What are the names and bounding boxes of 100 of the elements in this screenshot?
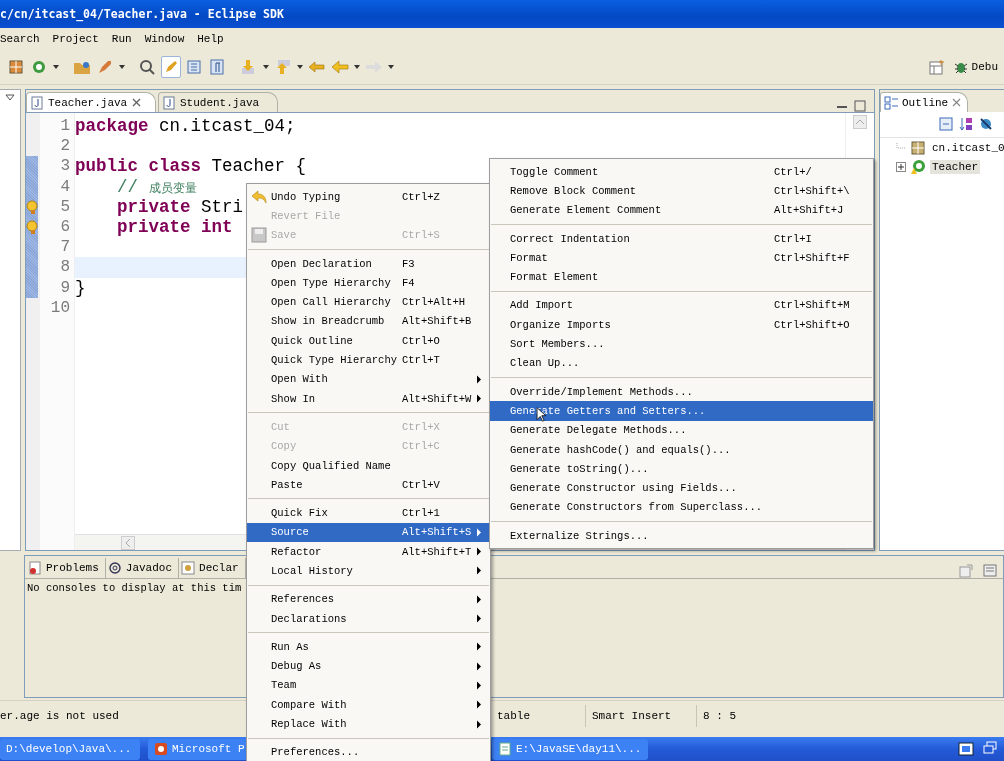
menu-item[interactable]: Clean Up... <box>490 353 873 373</box>
menu-item[interactable]: Paste Ctrl+V <box>247 475 490 495</box>
presentation-icon <box>154 742 168 756</box>
menu-item[interactable]: Refactor Alt+Shift+T <box>247 542 490 562</box>
line-number: 9 <box>59 277 71 298</box>
menu-item[interactable]: Declarations <box>247 608 490 629</box>
line-number: 8 <box>59 257 71 278</box>
outline-tab[interactable]: Outline <box>880 92 969 112</box>
tree-item[interactable]: cn.itcast_0 <box>930 140 1004 155</box>
menu-item[interactable]: Quick Type Hierarchy Ctrl+T <box>247 350 490 370</box>
pilcrow-icon[interactable] <box>209 59 225 75</box>
menu-item[interactable]: Generate Constructor using Fields... <box>490 478 873 498</box>
java-file-icon <box>31 95 43 110</box>
tray-window-icon[interactable] <box>958 741 974 757</box>
menu-item[interactable]: Quick Fix Ctrl+1 <box>247 503 490 523</box>
status-message: er.age is not used <box>0 710 120 722</box>
outline-icon <box>884 95 898 110</box>
hide-fields-icon[interactable] <box>978 117 993 131</box>
grid-icon[interactable] <box>8 59 24 75</box>
class-icon <box>910 158 926 175</box>
menu-item[interactable]: Generate hashCode() and equals()... <box>490 439 873 460</box>
menu-item[interactable]: Generate Getters and Setters... <box>490 401 873 421</box>
scroll-up-icon[interactable] <box>853 115 867 129</box>
editor-tab[interactable]: Student.java <box>158 92 278 112</box>
menu-item[interactable]: Source Alt+Shift+S <box>247 522 490 543</box>
scroll-left-icon[interactable] <box>121 535 135 550</box>
perspective-icon[interactable] <box>928 59 945 75</box>
menu-bar-item[interactable]: Help <box>197 31 224 47</box>
menu-bar-item[interactable]: Project <box>52 31 99 47</box>
menu-item[interactable]: Copy Qualified Name <box>247 455 490 476</box>
menu-item[interactable]: Override/Implement Methods... <box>490 381 873 402</box>
menu-item[interactable]: Open Type Hierarchy F4 <box>247 273 490 293</box>
menu-item[interactable]: Organize Imports Ctrl+Shift+O <box>490 315 873 335</box>
menu-item[interactable]: Generate Constructors from Superclass... <box>490 497 873 518</box>
menu-item[interactable]: Externalize Strings... <box>490 526 873 546</box>
block-icon[interactable] <box>186 59 202 75</box>
menu-item[interactable]: Open Declaration F3 <box>247 253 490 274</box>
menu-bar-item[interactable]: Search <box>0 31 40 47</box>
panel-tab[interactable]: Javadoc <box>105 558 180 579</box>
menu-item[interactable]: Correct Indentation Ctrl+I <box>490 228 873 249</box>
close-icon[interactable] <box>952 98 962 107</box>
expand-icon[interactable] <box>896 161 906 172</box>
refresh-icon[interactable] <box>31 59 47 75</box>
menu-item[interactable]: Preferences... <box>247 742 490 761</box>
magnifier-icon[interactable] <box>139 59 157 75</box>
undo-icon <box>250 188 268 205</box>
close-icon[interactable] <box>132 98 142 107</box>
taskbar-button[interactable]: D:\develop\Java\... <box>0 738 140 760</box>
code-line: } <box>75 277 86 298</box>
menu-item[interactable]: Open Call Hierarchy Ctrl+Alt+H <box>247 292 490 312</box>
line-number: 3 <box>59 156 71 177</box>
folder-icon[interactable] <box>73 59 91 75</box>
menu-item[interactable]: Compare With <box>247 695 490 715</box>
menu-item[interactable]: Team <box>247 675 490 696</box>
editor-tab[interactable]: Teacher.java <box>26 92 156 112</box>
menu-item[interactable]: References <box>247 589 490 609</box>
java-file-icon <box>163 95 175 110</box>
menu-item[interactable]: Add Import Ctrl+Shift+M <box>490 295 873 316</box>
menu-item[interactable]: Toggle Comment Ctrl+/ <box>490 162 873 182</box>
warning-icon <box>26 220 38 235</box>
restore-icon[interactable] <box>982 741 998 757</box>
package-icon <box>910 139 926 156</box>
menu-item[interactable]: Generate toString()... <box>490 459 873 479</box>
perspective-button[interactable]: Debu <box>952 59 998 75</box>
menu-bar-item[interactable]: Run <box>111 31 132 47</box>
menu-item[interactable]: Open With <box>247 369 490 389</box>
status-field: 8 : 5 <box>696 705 811 727</box>
menu-item[interactable]: Local History <box>247 561 490 581</box>
warning-icon <box>26 199 38 214</box>
tree-item[interactable]: Teacher <box>930 159 981 174</box>
problems-icon <box>28 561 42 576</box>
status-field: Smart Insert <box>585 705 696 727</box>
menu-item[interactable]: Show In Alt+Shift+W <box>247 388 490 409</box>
panel-tab[interactable]: Problems <box>26 558 106 579</box>
pin-console-icon[interactable] <box>959 564 973 579</box>
line-number: 2 <box>59 136 71 157</box>
menu-item[interactable]: Format Element <box>490 267 873 287</box>
menu-item[interactable]: Remove Block Comment Ctrl+Shift+\ <box>490 181 873 201</box>
menu-item[interactable]: Quick Outline Ctrl+O <box>247 331 490 351</box>
code-line: package cn.itcast_04; <box>75 116 296 137</box>
menu-item[interactable]: Show in Breadcrumb Alt+Shift+B <box>247 311 490 332</box>
menu-item[interactable]: Run As <box>247 637 490 657</box>
menu-item[interactable]: Debug As <box>247 656 490 676</box>
menu-item[interactable]: Format Ctrl+Shift+F <box>490 248 873 268</box>
view-menu-icon[interactable] <box>5 94 15 102</box>
collapse-all-icon[interactable] <box>938 117 953 131</box>
menu-item[interactable]: Generate Delegate Methods... <box>490 420 873 440</box>
display-console-icon[interactable] <box>983 564 997 579</box>
menu-item[interactable]: Generate Element Comment Alt+Shift+J <box>490 200 873 220</box>
menu-item[interactable]: Replace With <box>247 714 490 734</box>
menu-bar-item[interactable]: Window <box>144 31 185 47</box>
code-line: private Stri <box>116 196 244 217</box>
menu-item[interactable]: Undo Typing Ctrl+Z <box>247 187 490 207</box>
menu-item[interactable]: Sort Members... <box>490 334 873 354</box>
sort-icon[interactable] <box>958 117 973 131</box>
maximize-icon[interactable] <box>854 100 866 112</box>
notepad-icon <box>498 742 512 756</box>
line-number: 1 <box>59 116 71 137</box>
taskbar-button[interactable]: E:\JavaSE\day11\... <box>492 738 648 760</box>
panel-tab[interactable]: Declar <box>179 558 246 579</box>
